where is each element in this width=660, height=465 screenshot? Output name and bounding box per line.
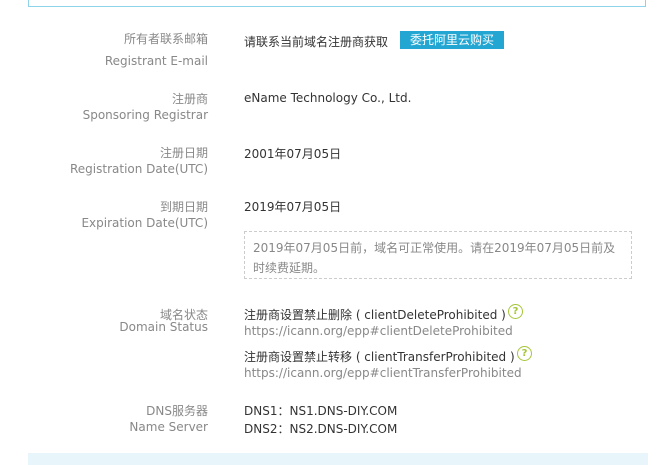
reg-date-value: 2001年07月05日 bbox=[244, 147, 342, 161]
question-circle-icon[interactable]: ? bbox=[517, 346, 532, 361]
exp-date-value: 2019年07月05日 bbox=[244, 200, 342, 214]
label-registrar-cn: 注册商 bbox=[171, 92, 208, 106]
status-item-label: 注册商设置禁止转移 ( clientTransferProhibited ) bbox=[244, 350, 515, 364]
label-dns-en: Name Server bbox=[129, 420, 208, 434]
next-panel bbox=[28, 453, 648, 465]
dns-server-1: DNS1：NS1.DNS-DIY.COM bbox=[244, 404, 398, 418]
status-item-url: https://icann.org/epp#clientDeleteProhib… bbox=[244, 324, 513, 338]
status-item-url: https://icann.org/epp#clientTransferProh… bbox=[244, 366, 522, 380]
dns-server-2: DNS2：NS2.DNS-DIY.COM bbox=[244, 422, 398, 436]
label-status-en: Domain Status bbox=[119, 320, 208, 334]
status-item-label: 注册商设置禁止删除 ( clientDeleteProhibited ) bbox=[244, 308, 506, 322]
label-reg-date-en: Registration Date(UTC) bbox=[69, 162, 208, 176]
email-value: 请联系当前域名注册商获取 bbox=[244, 35, 389, 49]
label-registrar-en: Sponsoring Registrar bbox=[82, 108, 208, 122]
label-dns-cn: DNS服务器 bbox=[146, 404, 208, 418]
label-email-cn: 所有者联系邮箱 bbox=[123, 32, 208, 46]
label-exp-date-en: Expiration Date(UTC) bbox=[81, 216, 208, 230]
label-reg-date-cn: 注册日期 bbox=[159, 146, 208, 160]
label-exp-date-cn: 到期日期 bbox=[159, 200, 208, 214]
top-panel-border bbox=[28, 0, 646, 7]
registrar-value: eName Technology Co., Ltd. bbox=[244, 91, 412, 105]
label-email-en: Registrant E-mail bbox=[104, 54, 208, 68]
question-circle-icon[interactable]: ? bbox=[508, 304, 523, 319]
expiry-notice: 2019年07月05日前，域名可正常使用。请在2019年07月05日前及时续费延… bbox=[244, 231, 632, 279]
delegate-aliyun-buy-button[interactable]: 委托阿里云购买 bbox=[400, 31, 504, 49]
